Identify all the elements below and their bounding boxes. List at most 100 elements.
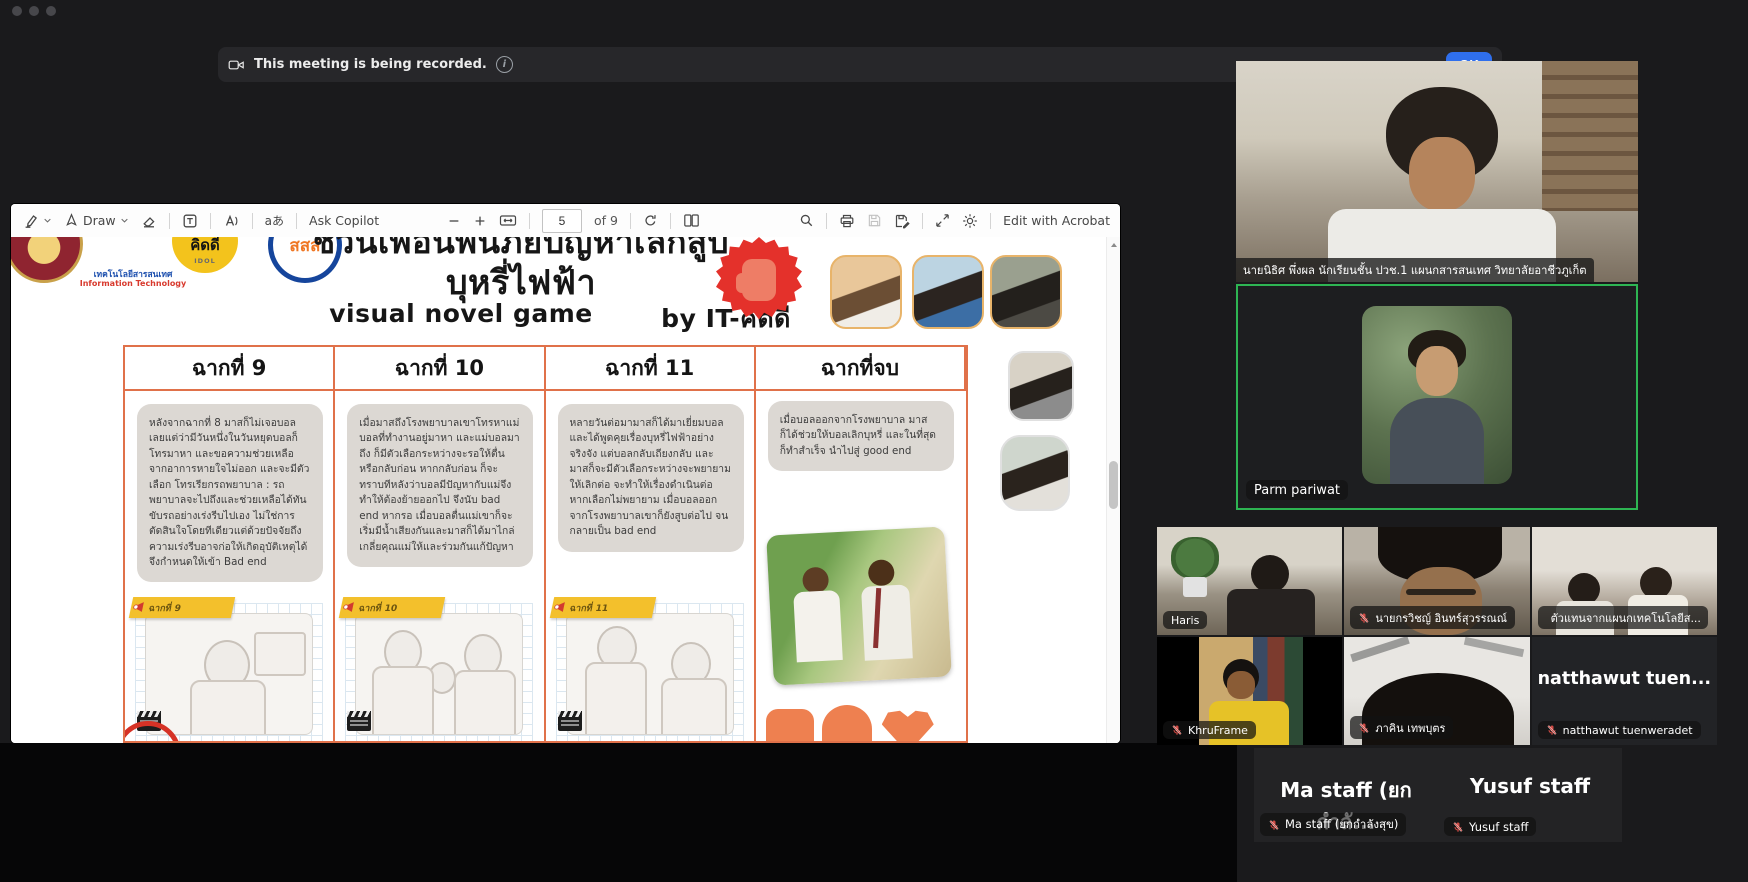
- fullscreen-button[interactable]: [935, 213, 950, 228]
- fit-width-button[interactable]: [499, 213, 517, 228]
- participant-name-label: Haris: [1163, 611, 1207, 629]
- print-icon: [839, 213, 855, 229]
- bookshelf-backdrop: [1542, 61, 1638, 211]
- ceiling-beam-decor: [1464, 637, 1524, 657]
- member-photo: [912, 255, 984, 329]
- participant-display-name: Yusuf staff: [1438, 774, 1622, 798]
- scene-sketch: ฉากที่ 11: [556, 603, 744, 741]
- orange-heart-graphic: [882, 709, 934, 741]
- plant-decor: [1171, 537, 1219, 579]
- video-tile-haris[interactable]: Haris: [1157, 527, 1342, 635]
- zoom-out-icon: [447, 214, 461, 228]
- pdf-scrollbar-thumb[interactable]: [1109, 461, 1118, 509]
- save-as-button[interactable]: [894, 213, 910, 229]
- participant-name: Parm pariwat: [1254, 483, 1340, 498]
- highlighter-button[interactable]: [23, 213, 52, 229]
- scene-cell: เมื่อบอลออกจากโรงพยาบาล มาสก็ได้ช่วยให้บ…: [756, 391, 966, 741]
- person-face: [1409, 137, 1475, 211]
- kiddee-sub-label: IDOL: [194, 257, 215, 265]
- participant-name-label: natthawut tuenweradet: [1538, 721, 1701, 739]
- read-aloud-icon: [223, 213, 240, 229]
- save-button[interactable]: [867, 213, 882, 228]
- muted-mic-icon: [1358, 612, 1370, 624]
- pdf-page[interactable]: เทคโนโลยีสารสนเทศ Information Technology…: [11, 237, 1120, 743]
- video-tile-ma-staff[interactable]: Ma staff (ยกกำลั... Ma staff (ยกกำลังสุข…: [1254, 748, 1438, 842]
- video-tile-pakin[interactable]: ภาคิน เทพบุตร: [1344, 637, 1529, 745]
- participant-name: Ma staff (ยกกำลังสุข): [1285, 816, 1398, 834]
- participant-name-label: นายกรวิชญ์ อินทร์สุวรรณณ์: [1350, 606, 1515, 629]
- draw-button[interactable]: Draw: [64, 213, 129, 228]
- scene-description: หลังจากฉากที่ 8 มาสก็ไม่เจอบอล เลยแต่ว่า…: [137, 404, 323, 582]
- video-tile-nithit[interactable]: นายนิธิศ พึ่งผล นักเรียนชั้น ปวช.1 แผนกส…: [1236, 61, 1638, 282]
- window-controls: [12, 6, 56, 16]
- settings-button[interactable]: [962, 213, 978, 229]
- pdf-toolbar: Draw aあ Ask Copilot: [11, 204, 1120, 238]
- scene-ribbon-label: ฉากที่ 10: [358, 601, 399, 615]
- video-tile-korawit[interactable]: นายกรวิชญ์ อินทร์สุวรรณณ์: [1344, 527, 1529, 635]
- scene-sketch: ฉากที่ 10: [345, 603, 533, 741]
- gallery-bottom-row: Ma staff (ยกกำลั... Ma staff (ยกกำลังสุข…: [1254, 748, 1622, 842]
- pdf-scrollbar[interactable]: [1106, 237, 1120, 743]
- rotate-button[interactable]: [643, 213, 658, 228]
- zoom-out-button[interactable]: [447, 214, 461, 228]
- eraser-button[interactable]: [141, 213, 157, 229]
- video-tile-it-representative[interactable]: ตัวแทนจากแผนกเทคโนโลยีส...: [1532, 527, 1717, 635]
- participant-name: ภาคิน เทพบุตร: [1375, 719, 1445, 737]
- info-icon[interactable]: i: [496, 56, 513, 73]
- highlighter-icon: [23, 213, 39, 229]
- print-button[interactable]: [839, 213, 855, 229]
- participant-name-label: Ma staff (ยกกำลังสุข): [1260, 813, 1406, 836]
- participant-name: นายกรวิชญ์ อินทร์สุวรรณณ์: [1375, 609, 1507, 627]
- page-number-input[interactable]: [542, 209, 582, 233]
- participant-name: Haris: [1171, 614, 1199, 627]
- scene-description: หลายวันต่อมามาสก็ได้มาเยี่ยมบอล และได้พู…: [558, 404, 744, 552]
- orange-hands-graphic: [766, 709, 814, 741]
- zoom-in-button[interactable]: [473, 214, 487, 228]
- video-tile-natthawut[interactable]: natthawut tuen... natthawut tuenweradet: [1532, 637, 1717, 745]
- muted-mic-icon: [1452, 821, 1464, 833]
- muted-mic-icon: [1546, 724, 1558, 736]
- search-button[interactable]: [799, 213, 814, 228]
- participant-name: ตัวแทนจากแผนกเทคโนโลยีส...: [1551, 609, 1701, 627]
- video-tile-parm[interactable]: Parm pariwat: [1236, 284, 1638, 510]
- muted-mic-icon: [1171, 724, 1183, 736]
- storyboard-table: ฉากที่ 9 ฉากที่ 10 ฉากที่ 11 ฉากที่จบ หล…: [123, 345, 968, 743]
- window-control-dot[interactable]: [12, 6, 22, 16]
- it-dept-name-en: Information Technology: [73, 279, 193, 288]
- scene-description: เมื่อบอลออกจากโรงพยาบาล มาสก็ได้ช่วยให้บ…: [768, 401, 954, 471]
- page-view-button[interactable]: [683, 213, 700, 228]
- add-text-button[interactable]: [182, 213, 198, 229]
- window-control-dot[interactable]: [46, 6, 56, 16]
- edit-with-acrobat-button[interactable]: Edit with Acrobat: [1003, 213, 1110, 228]
- page-view-icon: [683, 213, 700, 228]
- desktop-background: [0, 743, 1237, 882]
- muted-mic-icon: [1268, 819, 1280, 831]
- pen-icon: [64, 213, 79, 228]
- window-control-dot[interactable]: [29, 6, 39, 16]
- translate-button[interactable]: aあ: [265, 212, 284, 229]
- fullscreen-icon: [935, 213, 950, 228]
- scene-ribbon-label: ฉากที่ 11: [568, 601, 609, 615]
- read-aloud-button[interactable]: [223, 213, 240, 229]
- scene-header: ฉากที่ 9: [125, 347, 335, 391]
- scene-cell: หลังจากฉากที่ 8 มาสก็ไม่เจอบอล เลยแต่ว่า…: [125, 391, 335, 741]
- draw-label: Draw: [83, 213, 116, 228]
- ceiling-beam-decor: [1351, 637, 1411, 662]
- avatar: [1362, 306, 1512, 484]
- video-tile-yusuf-staff[interactable]: Yusuf staff Yusuf staff: [1438, 748, 1622, 842]
- participant-name-label: นายนิธิศ พึ่งผล นักเรียนชั้น ปวช.1 แผนกส…: [1236, 258, 1594, 282]
- scene-ribbon: ฉากที่ 10: [339, 597, 445, 618]
- video-tile-khruframe[interactable]: KhruFrame: [1157, 637, 1342, 745]
- person-body: [1227, 589, 1315, 635]
- kiddee-label: คิดดี: [190, 237, 220, 257]
- ask-copilot-label: Ask Copilot: [309, 213, 379, 228]
- fit-width-icon: [499, 213, 517, 228]
- chevron-down-icon: [120, 216, 129, 225]
- scroll-up-arrow-icon[interactable]: [1110, 241, 1118, 249]
- member-photo: [990, 255, 1062, 329]
- muted-mic-icon: [1358, 722, 1370, 734]
- ask-copilot-button[interactable]: Ask Copilot: [309, 213, 379, 228]
- clapperboard-icon: [347, 711, 371, 731]
- orange-ribbon-graphic: [822, 705, 872, 741]
- page-total-label: of 9: [594, 213, 618, 228]
